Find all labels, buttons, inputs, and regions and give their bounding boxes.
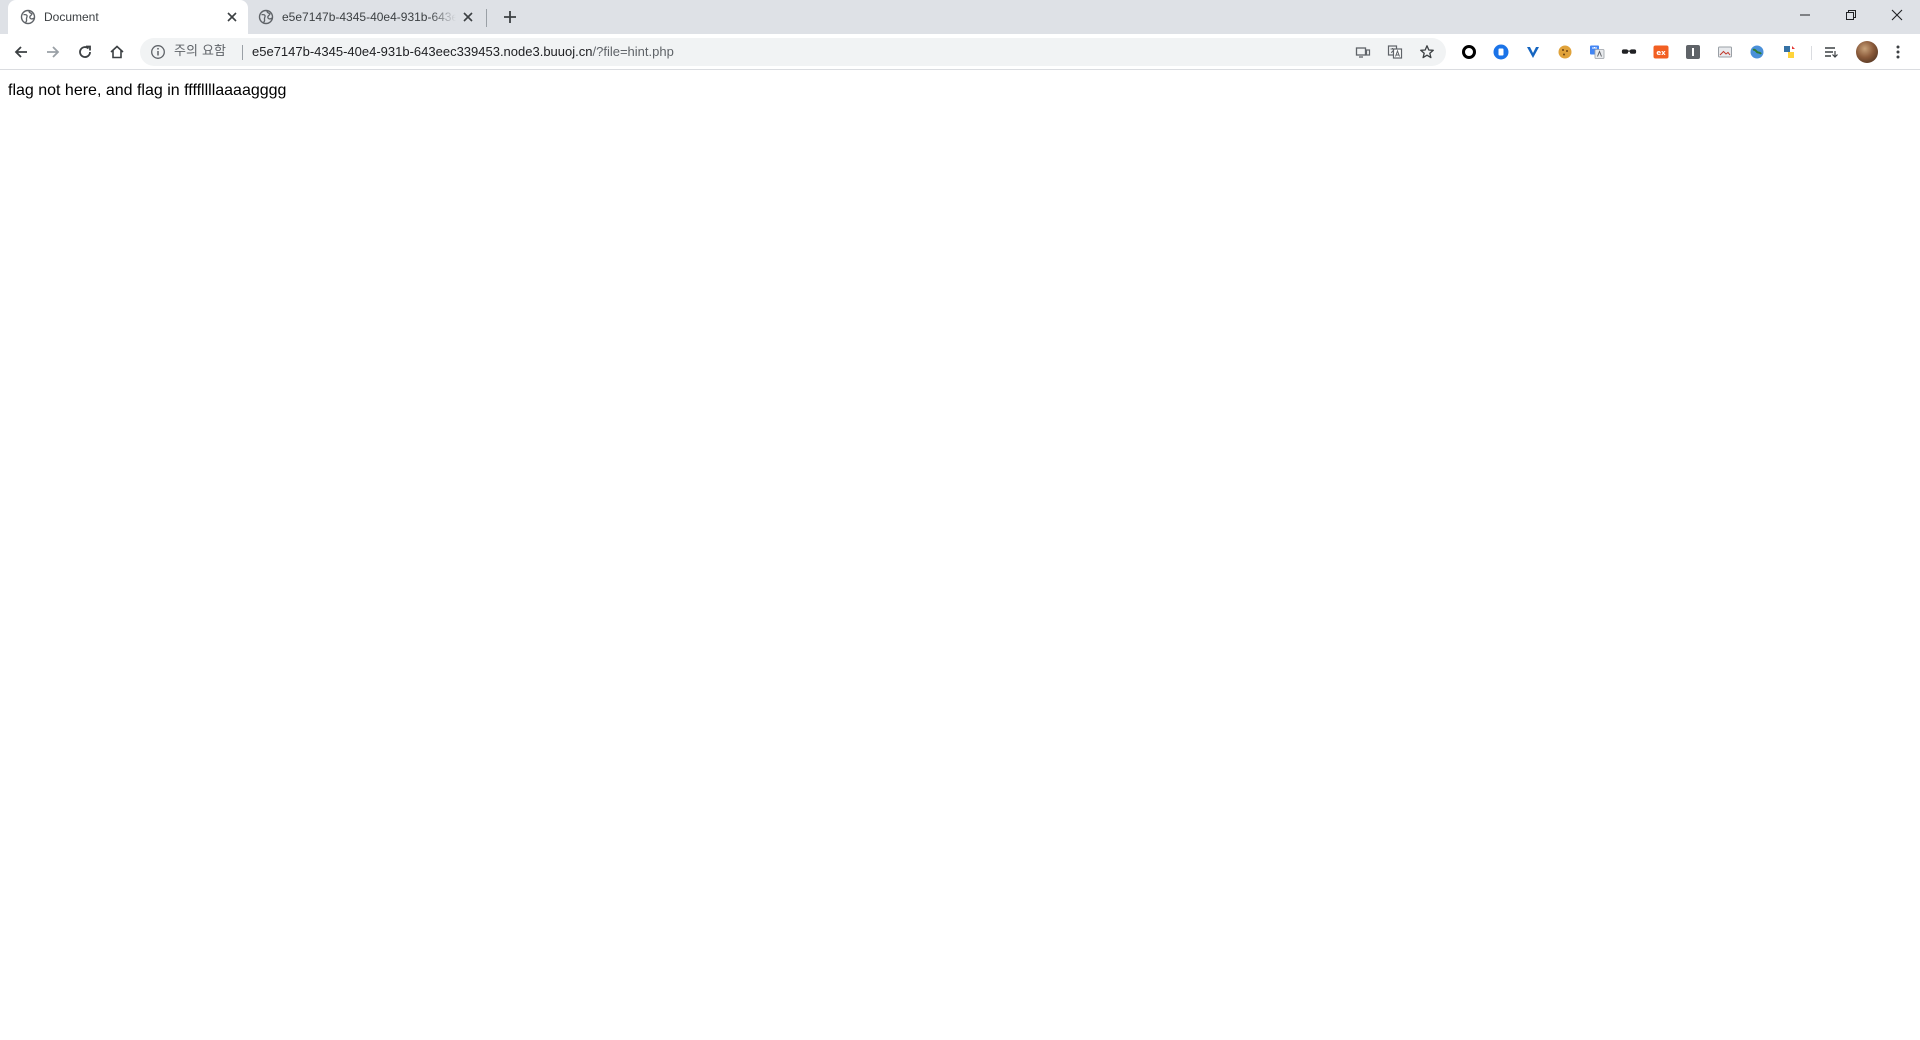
new-tab-button[interactable] (500, 7, 520, 27)
tab-divider (486, 9, 487, 27)
orange-extension-icon[interactable]: ex (1653, 44, 1669, 60)
ring-extension-icon[interactable] (1461, 44, 1477, 60)
v-extension-icon[interactable] (1525, 44, 1541, 60)
page-body-text: flag not here, and flag in ffffllllaaaag… (8, 82, 287, 99)
cookie-extension-icon[interactable] (1557, 44, 1573, 60)
profile-avatar[interactable] (1856, 41, 1878, 63)
globe-icon (258, 9, 274, 25)
page-content: flag not here, and flag in ffffllllaaaag… (0, 71, 1920, 1040)
security-status-label[interactable]: 주의 요함 (174, 45, 226, 59)
tab-title: e5e7147b-4345-40e4-931b-643eec339453.nod… (282, 10, 456, 24)
svg-text:ex: ex (1656, 49, 1666, 57)
toolbar-divider (1811, 46, 1812, 60)
close-icon (1891, 9, 1903, 21)
kebab-menu-icon (1896, 45, 1900, 59)
translate-icon[interactable] (1386, 43, 1404, 61)
tab-hint[interactable]: e5e7147b-4345-40e4-931b-643eec339453.nod… (248, 0, 484, 34)
close-icon[interactable] (460, 9, 476, 25)
minimize-icon (1800, 14, 1810, 16)
restore-icon (1846, 10, 1856, 20)
minimize-button[interactable] (1782, 0, 1828, 30)
url-text[interactable]: e5e7147b-4345-40e4-931b-643eec339453.nod… (252, 45, 674, 59)
arrow-left-icon (14, 46, 27, 58)
plus-icon (504, 11, 516, 23)
home-button[interactable] (104, 39, 130, 65)
shield-extension-icon[interactable] (1493, 44, 1509, 60)
glasses-extension-icon[interactable] (1621, 44, 1637, 60)
reload-button[interactable] (72, 39, 98, 65)
tab-document[interactable]: Document (8, 0, 248, 34)
globe-icon (20, 9, 36, 25)
info-extension-icon[interactable] (1685, 44, 1701, 60)
python-extension-icon[interactable] (1781, 44, 1797, 60)
url-path: /?file=hint.php (592, 44, 674, 59)
tab-strip: Document e5e7147b-4345-40e4-931b-643eec3… (0, 0, 1920, 34)
address-bar[interactable]: 주의 요함 e5e7147b-4345-40e4-931b-643eec3394… (140, 38, 1446, 66)
browser-menu-button[interactable] (1888, 42, 1908, 62)
restore-button[interactable] (1828, 0, 1874, 30)
star-icon[interactable] (1418, 43, 1436, 61)
home-icon (110, 45, 124, 59)
omnibox-divider (242, 45, 243, 60)
globe-extension-icon[interactable] (1749, 44, 1765, 60)
forward-button[interactable] (40, 39, 66, 65)
browser-toolbar: 주의 요함 e5e7147b-4345-40e4-931b-643eec3394… (0, 34, 1920, 70)
translate-extension-icon[interactable] (1589, 44, 1605, 60)
back-button[interactable] (8, 39, 34, 65)
url-host: e5e7147b-4345-40e4-931b-643eec339453.nod… (252, 44, 593, 59)
reload-icon (79, 45, 91, 58)
close-icon[interactable] (224, 9, 240, 25)
arrow-right-icon (47, 46, 60, 58)
image-extension-icon[interactable] (1717, 44, 1733, 60)
reading-list-icon[interactable] (1823, 44, 1839, 60)
window-close-button[interactable] (1874, 0, 1920, 30)
cast-icon[interactable] (1354, 43, 1372, 61)
info-icon[interactable] (150, 44, 166, 60)
tab-title: Document (44, 10, 99, 24)
